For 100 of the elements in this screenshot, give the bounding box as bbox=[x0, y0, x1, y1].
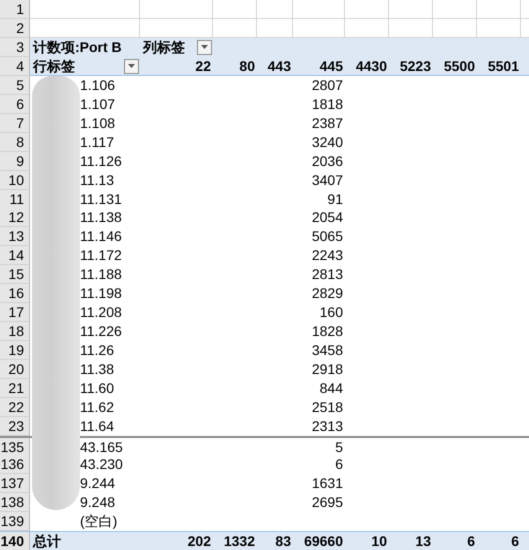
row-label: 11.60 bbox=[79, 379, 115, 398]
row-number: 137 bbox=[0, 474, 30, 493]
row-number: 23 bbox=[0, 416, 30, 436]
row-label: 11.146 bbox=[79, 227, 123, 246]
column-labels-header: 列标签 bbox=[143, 38, 185, 56]
total-cell-text: 83 bbox=[274, 532, 292, 550]
row-number: 18 bbox=[0, 322, 30, 342]
table-cell-text: 2695 bbox=[310, 492, 344, 512]
row-label: 43.230 bbox=[79, 454, 124, 474]
column-header: 5500 bbox=[442, 56, 476, 76]
row-label: 11.226 bbox=[79, 322, 123, 342]
table-cell-text: 1828 bbox=[310, 322, 344, 342]
total-cell-text: 69660 bbox=[303, 532, 344, 550]
row-label: 11.208 bbox=[79, 303, 123, 322]
column-header: 80 bbox=[238, 56, 256, 76]
caret-icon bbox=[128, 64, 135, 68]
table-cell-text: 2918 bbox=[310, 360, 344, 380]
row-number: 10 bbox=[0, 170, 30, 190]
row-label: 1.107 bbox=[79, 94, 116, 114]
table-cell-text: 3240 bbox=[310, 132, 344, 152]
table-cell-text: 5 bbox=[334, 438, 344, 457]
row-number: 17 bbox=[0, 303, 30, 322]
table-cell-text: 3458 bbox=[310, 341, 344, 360]
row-number: 9 bbox=[0, 152, 30, 171]
table-cell-text: 2807 bbox=[310, 76, 344, 95]
row-number: 11 bbox=[0, 190, 30, 209]
row-number: 5 bbox=[0, 76, 30, 95]
row-label: 11.188 bbox=[79, 265, 123, 284]
row-number: 13 bbox=[0, 227, 30, 246]
table-cell-text: 91 bbox=[326, 190, 344, 209]
total-cell-text: 10 bbox=[370, 532, 388, 550]
column-header: 5223 bbox=[398, 56, 432, 76]
dropdown-button[interactable] bbox=[124, 58, 139, 74]
row-labels-header: 行标签 bbox=[33, 57, 75, 76]
column-header: 445 bbox=[318, 56, 344, 76]
total-cell-text: 13 bbox=[414, 532, 432, 550]
value-field-label: 计数项:Port B bbox=[32, 38, 123, 57]
total-cell-text: 202 bbox=[186, 532, 212, 550]
row-number: 135 bbox=[0, 438, 30, 457]
row-number: 15 bbox=[0, 265, 30, 284]
table-cell-text: 2387 bbox=[310, 114, 344, 133]
row-number: 19 bbox=[0, 341, 30, 360]
row-number: 138 bbox=[0, 492, 30, 512]
row-number: 6 bbox=[0, 94, 30, 114]
row-label: 11.26 bbox=[79, 341, 115, 360]
row-number: 22 bbox=[0, 398, 30, 418]
column-header: 443 bbox=[266, 56, 292, 76]
table-cell-text: 2813 bbox=[310, 265, 344, 284]
row-label: 11.131 bbox=[79, 190, 123, 209]
row-label: 11.198 bbox=[79, 284, 123, 304]
table-cell-text: 2243 bbox=[310, 246, 344, 266]
row-label: 11.138 bbox=[79, 208, 123, 228]
table-cell-text: 5065 bbox=[310, 227, 344, 246]
column-header: 5501 bbox=[486, 56, 520, 76]
table-cell-text: 1631 bbox=[310, 474, 344, 493]
column-header: 22 bbox=[194, 56, 212, 76]
row-label: 1.117 bbox=[79, 132, 115, 152]
table-cell-text: 2313 bbox=[310, 416, 344, 436]
row-number: 12 bbox=[0, 208, 30, 228]
row-label: 1.106 bbox=[79, 76, 116, 95]
dropdown-button[interactable] bbox=[197, 40, 212, 55]
table-cell-text: 2518 bbox=[310, 398, 344, 418]
caret-icon bbox=[201, 45, 208, 50]
row-label: 11.13 bbox=[79, 170, 115, 190]
row-number: 14 bbox=[0, 246, 30, 266]
row-number: 7 bbox=[0, 114, 30, 133]
row-number: 3 bbox=[0, 38, 30, 57]
table-cell-text: 2054 bbox=[310, 208, 344, 228]
row-number: 21 bbox=[0, 379, 30, 398]
row-number: 2 bbox=[0, 18, 30, 38]
row-label: 9.248 bbox=[79, 492, 116, 512]
row-number: 16 bbox=[0, 284, 30, 304]
table-cell-text: 1818 bbox=[310, 94, 344, 114]
row-label: 11.172 bbox=[79, 246, 123, 266]
row-number: 140 bbox=[0, 532, 30, 550]
column-header: 4430 bbox=[354, 56, 388, 76]
row-number: 136 bbox=[0, 454, 30, 474]
row-label: 43.165 bbox=[79, 438, 124, 457]
row-number: 20 bbox=[0, 360, 30, 380]
row-number: 4 bbox=[0, 56, 30, 76]
row-label: 11.62 bbox=[79, 398, 115, 418]
table-cell-text: 6 bbox=[334, 454, 344, 474]
row-number: 1 bbox=[0, 0, 30, 19]
row-number: 8 bbox=[0, 132, 30, 152]
row-label: 1.108 bbox=[79, 114, 116, 133]
total-label: 总计 bbox=[32, 532, 62, 550]
row-label: 11.64 bbox=[79, 416, 115, 436]
row-label: 11.38 bbox=[79, 360, 115, 380]
table-cell-text: 3407 bbox=[310, 170, 344, 190]
table-cell-text: 844 bbox=[318, 379, 344, 398]
table-cell-text: 160 bbox=[318, 303, 344, 322]
row-label: 9.244 bbox=[79, 474, 116, 493]
row-label: 11.126 bbox=[79, 152, 123, 171]
total-cell-text: 6 bbox=[510, 532, 520, 550]
table-cell-text: 2829 bbox=[310, 284, 344, 304]
table-cell-text: 2036 bbox=[310, 152, 344, 171]
row-label: (空白) bbox=[79, 512, 118, 531]
total-cell-text: 1332 bbox=[222, 532, 256, 550]
row-number: 139 bbox=[0, 512, 30, 531]
total-cell-text: 6 bbox=[466, 532, 476, 550]
